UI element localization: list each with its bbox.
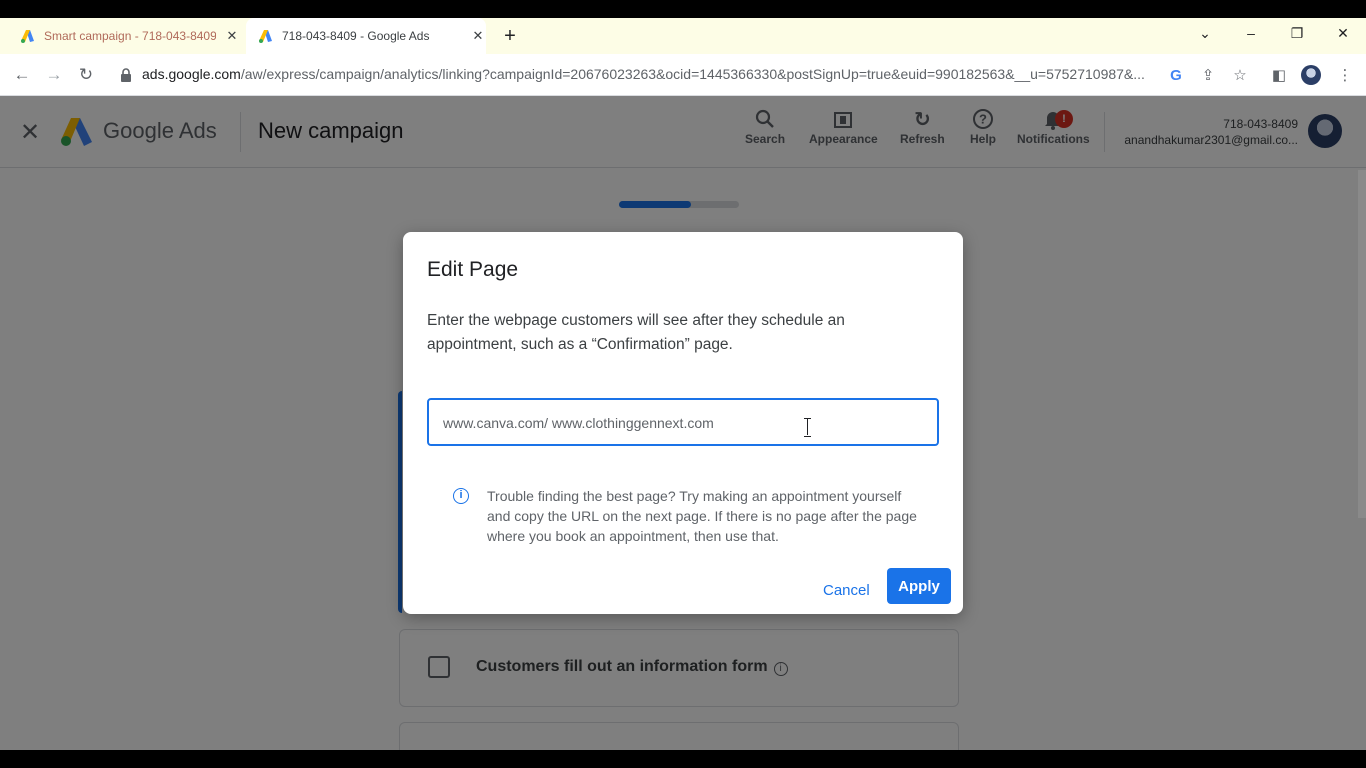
info-icon: i bbox=[453, 488, 469, 504]
forward-icon[interactable]: → bbox=[41, 62, 67, 88]
help-text: Trouble finding the best page? Try makin… bbox=[487, 488, 917, 544]
close-window-button[interactable]: ✕ bbox=[1320, 18, 1366, 48]
browser-menu-icon[interactable]: ⋮ bbox=[1334, 64, 1356, 86]
close-tab-icon[interactable]: ✕ bbox=[470, 28, 486, 44]
screen-top-border bbox=[0, 0, 1366, 18]
apply-button[interactable]: Apply bbox=[887, 568, 951, 604]
tab-smart-campaign[interactable]: Smart campaign - 718-043-8409 ✕ bbox=[20, 18, 240, 54]
side-panel-icon[interactable]: ◧ bbox=[1268, 64, 1290, 86]
google-lens-icon[interactable]: G bbox=[1165, 64, 1187, 86]
back-icon[interactable]: ← bbox=[9, 62, 35, 88]
tab-strip: Smart campaign - 718-043-8409 ✕ 718-043-… bbox=[0, 18, 1366, 54]
google-ads-page: ✕ Google Ads New campaign Search Appeara… bbox=[0, 96, 1366, 750]
cancel-button[interactable]: Cancel bbox=[813, 572, 880, 608]
screen-bottom-border bbox=[0, 750, 1366, 768]
text-cursor-icon bbox=[804, 418, 812, 437]
google-ads-favicon-icon bbox=[21, 30, 34, 43]
address-bar: ← → ↻ ads.google.com/aw/express/campaign… bbox=[0, 54, 1366, 96]
url-input[interactable] bbox=[443, 412, 923, 434]
dialog-description: Enter the webpage customers will see aft… bbox=[427, 312, 845, 353]
minimize-button[interactable]: – bbox=[1228, 18, 1274, 48]
reload-icon[interactable]: ↻ bbox=[73, 62, 99, 88]
tab-title: Smart campaign - 718-043-8409 bbox=[44, 29, 216, 43]
bookmark-star-icon[interactable]: ☆ bbox=[1229, 64, 1251, 86]
lock-icon bbox=[121, 68, 131, 82]
url-input[interactable]: ads.google.com/aw/express/campaign/analy… bbox=[142, 66, 1152, 82]
profile-avatar-icon[interactable] bbox=[1300, 64, 1322, 86]
share-icon[interactable]: ⇪ bbox=[1197, 64, 1219, 86]
new-tab-button[interactable]: + bbox=[498, 18, 522, 54]
restore-button[interactable]: ❐ bbox=[1274, 18, 1320, 48]
url-field[interactable] bbox=[427, 398, 939, 446]
scrollbar-thumb[interactable] bbox=[1358, 170, 1366, 518]
close-tab-icon[interactable]: ✕ bbox=[224, 28, 240, 44]
tab-title: 718-043-8409 - Google Ads bbox=[282, 29, 430, 43]
tab-google-ads[interactable]: 718-043-8409 - Google Ads ✕ bbox=[246, 18, 486, 54]
dialog-title: Edit Page bbox=[427, 258, 519, 281]
edit-page-dialog: Edit Page Enter the webpage customers wi… bbox=[403, 232, 963, 614]
google-ads-favicon-icon bbox=[259, 30, 272, 43]
tab-search-icon[interactable]: ⌄ bbox=[1182, 18, 1228, 48]
